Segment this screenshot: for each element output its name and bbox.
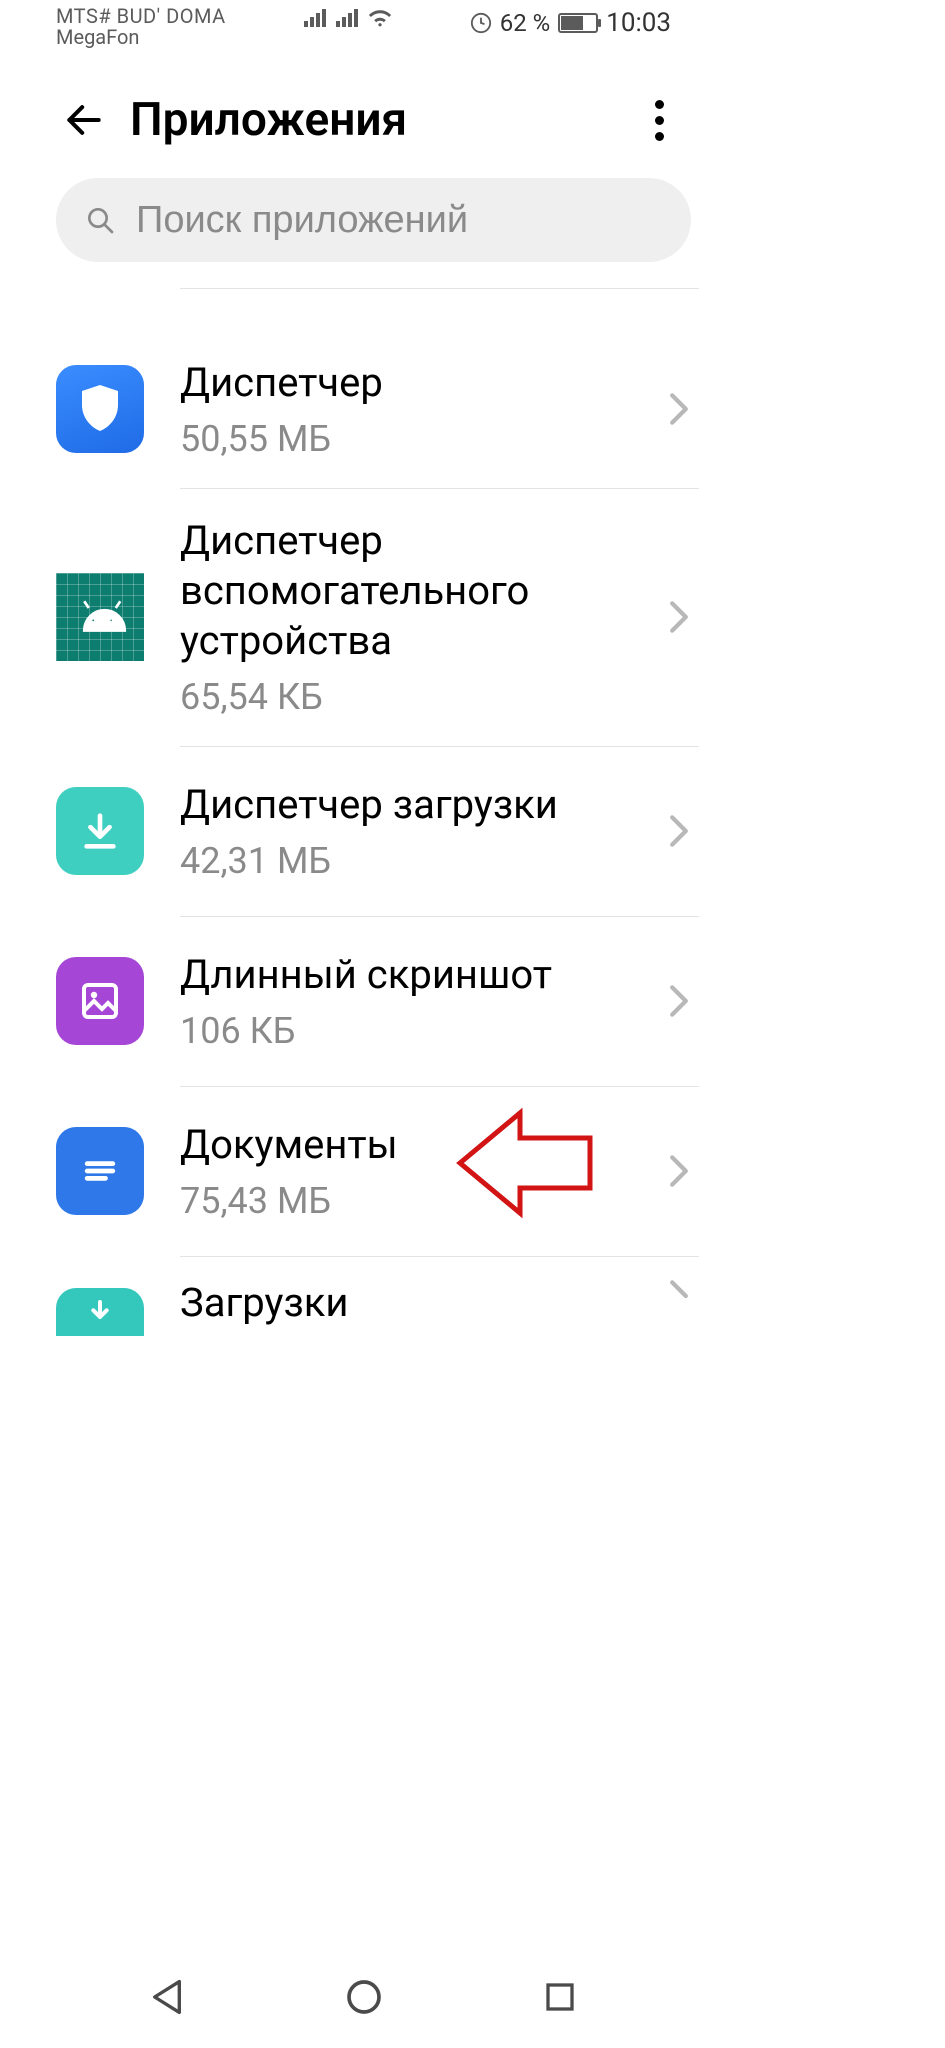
chevron-right-icon xyxy=(659,814,699,848)
battery-icon xyxy=(558,13,598,33)
app-row-downloads[interactable]: Загрузки xyxy=(0,1256,727,1336)
app-icon-screenshot xyxy=(56,957,144,1045)
search-bar[interactable] xyxy=(56,178,691,262)
chevron-right-icon xyxy=(659,984,699,1018)
app-name: Диспетчер вспомогательного устройства xyxy=(180,516,659,666)
page-title: Приложения xyxy=(130,93,635,147)
wifi-icon xyxy=(368,8,392,28)
chevron-right-icon xyxy=(659,1279,699,1313)
clock-time: 10:03 xyxy=(606,8,671,38)
app-icon-shield xyxy=(56,365,144,453)
search-icon xyxy=(84,204,116,236)
more-options-button[interactable] xyxy=(635,92,683,148)
carrier-label-2: MegaFon xyxy=(56,27,226,48)
nav-home-button[interactable] xyxy=(334,1973,394,2021)
nav-back-button[interactable] xyxy=(137,1973,197,2021)
app-row-companion-dispatcher[interactable]: Диспетчер вспомогательного устройства 65… xyxy=(0,488,727,746)
app-size: 65,54 КБ xyxy=(180,676,659,718)
app-name: Диспетчер xyxy=(180,358,659,408)
app-size: 106 КБ xyxy=(180,1010,659,1052)
app-row-download-manager[interactable]: Диспетчер загрузки 42,31 МБ xyxy=(0,746,727,916)
status-bar: MTS# BUD' DOMA MegaFon 62 % 10:03 xyxy=(0,0,727,56)
app-row-documents[interactable]: Документы 75,43 МБ xyxy=(0,1086,727,1256)
chevron-right-icon xyxy=(659,600,699,634)
app-icon-download xyxy=(56,787,144,875)
app-size: 75,43 МБ xyxy=(180,1180,659,1222)
app-name: Диспетчер загрузки xyxy=(180,780,659,830)
app-icon-android xyxy=(56,573,144,661)
app-list[interactable]: Диспетчер 50,55 МБ Диспетчер вспомогател… xyxy=(0,288,727,1958)
app-icon-documents xyxy=(56,1127,144,1215)
chevron-right-icon xyxy=(659,392,699,426)
back-button[interactable] xyxy=(56,92,112,148)
app-row-long-screenshot[interactable]: Длинный скриншот 106 КБ xyxy=(0,916,727,1086)
app-icon-downloads xyxy=(56,1288,144,1336)
nav-recent-button[interactable] xyxy=(530,1973,590,2021)
app-header: Приложения xyxy=(0,56,727,168)
search-input[interactable] xyxy=(136,199,663,242)
signal-icon-2 xyxy=(336,9,358,27)
app-row-dispatcher[interactable]: Диспетчер 50,55 МБ xyxy=(0,308,727,488)
more-dots-icon xyxy=(655,100,664,109)
battery-percent: 62 % xyxy=(500,9,551,37)
app-name: Длинный скриншот xyxy=(180,950,659,1000)
navigation-bar xyxy=(0,1958,727,2048)
app-name: Загрузки xyxy=(180,1278,659,1328)
app-size: 50,55 МБ xyxy=(180,418,659,460)
carrier-label-1: MTS# BUD' DOMA xyxy=(56,6,226,27)
data-saver-icon xyxy=(470,12,492,34)
app-size: 42,31 МБ xyxy=(180,840,659,882)
chevron-right-icon xyxy=(659,1154,699,1188)
arrow-left-icon xyxy=(62,98,106,142)
signal-icon-1 xyxy=(304,9,326,27)
app-name: Документы xyxy=(180,1120,659,1170)
